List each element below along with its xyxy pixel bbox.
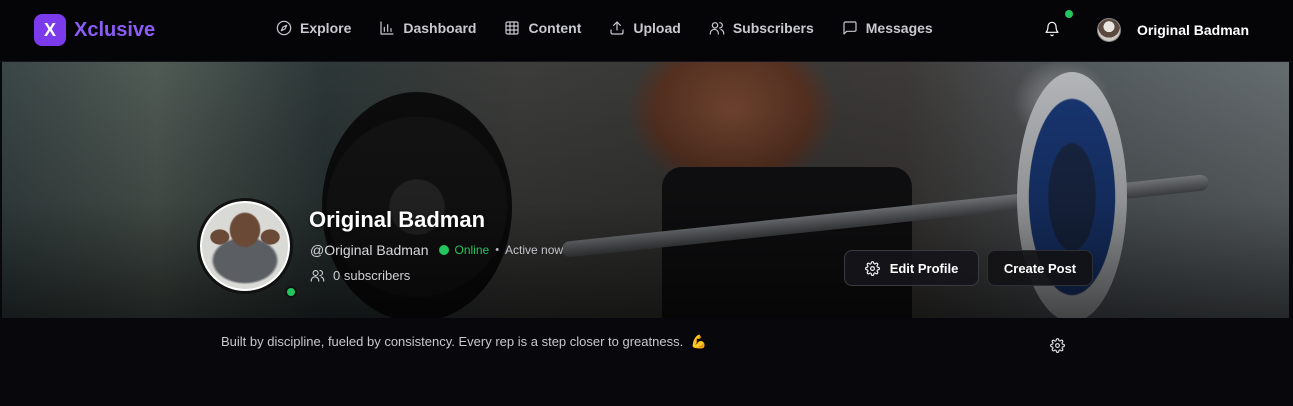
brand-name: Xclusive xyxy=(74,18,156,41)
user-menu[interactable]: Original Badman xyxy=(1097,18,1249,42)
bio-text: Built by discipline, fueled by consisten… xyxy=(221,334,684,349)
nav-messages-label: Messages xyxy=(865,20,933,36)
nav-upload[interactable]: Upload xyxy=(609,20,681,36)
message-icon xyxy=(843,21,857,35)
nav-messages[interactable]: Messages xyxy=(842,20,933,36)
main-nav: Explore Dashboard Content Upload Subscri… xyxy=(276,20,933,36)
grid-icon xyxy=(505,21,520,35)
activity-status: Active now xyxy=(505,243,564,257)
profile-name: Original Badman xyxy=(309,207,486,232)
nav-subscribers-label: Subscribers xyxy=(732,20,814,36)
user-avatar xyxy=(1097,18,1121,42)
profile-avatar[interactable] xyxy=(197,198,293,294)
notifications-button[interactable] xyxy=(1044,20,1062,40)
online-indicator xyxy=(438,245,449,255)
user-name: Original Badman xyxy=(1137,22,1250,38)
upload-icon xyxy=(610,21,624,35)
edit-profile-button[interactable]: Edit Profile xyxy=(844,250,979,286)
top-navbar: X Xclusive Explore Dashboard Content Upl… xyxy=(0,0,1293,62)
nav-content[interactable]: Content xyxy=(504,20,581,36)
logo-mark: X xyxy=(34,14,66,46)
create-post-label: Create Post xyxy=(1003,260,1077,276)
nav-explore[interactable]: Explore xyxy=(276,20,351,36)
nav-dashboard-label: Dashboard xyxy=(403,20,477,36)
profile-bio: Built by discipline, fueled by consisten… xyxy=(221,334,707,350)
nav-upload-label: Upload xyxy=(633,20,681,36)
notification-indicator xyxy=(1065,10,1073,18)
users-icon xyxy=(709,22,725,35)
create-post-button[interactable]: Create Post xyxy=(987,250,1093,286)
nav-explore-label: Explore xyxy=(300,20,352,36)
subscriber-count: 0 subscribers xyxy=(310,268,410,283)
bell-icon xyxy=(1045,21,1059,37)
nav-dashboard[interactable]: Dashboard xyxy=(379,20,476,36)
subscriber-count-label: 0 subscribers xyxy=(333,268,411,283)
profile-meta: @Original Badman Online • Active now xyxy=(310,242,563,258)
users-icon xyxy=(310,269,325,282)
bar-chart-icon xyxy=(380,21,394,35)
bio-settings-button[interactable] xyxy=(1050,338,1065,353)
online-status-dot xyxy=(285,286,297,298)
profile-handle: @Original Badman xyxy=(310,242,429,258)
brand-logo[interactable]: X Xclusive xyxy=(34,14,155,46)
meta-separator: • xyxy=(495,244,500,256)
online-status: Online xyxy=(454,243,490,257)
compass-icon xyxy=(276,20,292,36)
nav-content-label: Content xyxy=(528,20,582,36)
cover-image xyxy=(2,62,1289,318)
nav-subscribers[interactable]: Subscribers xyxy=(709,20,814,36)
edit-profile-label: Edit Profile xyxy=(889,260,959,276)
cover-shade xyxy=(2,62,1289,318)
gear-icon xyxy=(1050,338,1065,353)
gear-icon xyxy=(864,260,880,276)
flexed-biceps-icon: 💪 xyxy=(690,334,708,349)
